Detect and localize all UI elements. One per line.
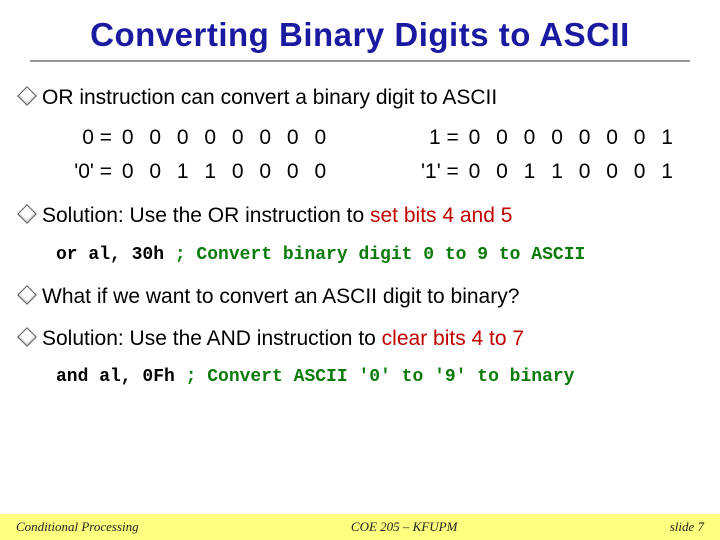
code-block-1: or al, 30h ; Convert binary digit 0 to 9… — [56, 245, 708, 265]
code2-comment: ; Convert ASCII '0' to '9' to binary — [186, 367, 575, 387]
footer-mid: COE 205 – KFUPM — [351, 519, 458, 535]
code1-comment: ; Convert binary digit 0 to 9 to ASCII — [175, 245, 585, 265]
code1-instr: or al, 30h — [56, 245, 175, 265]
bin-r1-right-bits: 0 0 0 0 0 0 0 1 — [469, 126, 678, 150]
code-block-2: and al, 0Fh ; Convert ASCII '0' to '9' t… — [56, 367, 708, 387]
bin-r2-left-bits: 0 0 1 1 0 0 0 0 — [122, 160, 331, 184]
slide: Converting Binary Digits to ASCII OR ins… — [0, 0, 720, 540]
bullet-2: Solution: Use the OR instruction to set … — [20, 202, 708, 230]
bullet-1-text: OR instruction can convert a binary digi… — [42, 86, 497, 109]
diamond-icon — [17, 285, 37, 305]
bullet-3: What if we want to convert an ASCII digi… — [20, 283, 708, 311]
bin-row-1: 0 = 0 0 0 0 0 0 0 0 1 = 0 0 0 0 0 0 0 1 — [56, 126, 708, 150]
footer-left: Conditional Processing — [16, 519, 139, 535]
bin-r1-left-bits: 0 0 0 0 0 0 0 0 — [122, 126, 331, 150]
slide-title: Converting Binary Digits to ASCII — [30, 0, 690, 62]
diamond-icon — [17, 204, 37, 224]
diamond-icon — [17, 327, 37, 347]
diamond-icon — [17, 86, 37, 106]
bin-r1-left-label: 0 = — [56, 126, 116, 150]
code2-instr: and al, 0Fh — [56, 367, 186, 387]
binary-table: 0 = 0 0 0 0 0 0 0 0 1 = 0 0 0 0 0 0 0 1 … — [56, 126, 708, 184]
bin-r1-right-label: 1 = — [403, 126, 463, 150]
footer: Conditional Processing COE 205 – KFUPM s… — [0, 514, 720, 540]
bullet-4-text: Solution: Use the AND instruction to — [42, 327, 382, 350]
bin-row-2: '0' = 0 0 1 1 0 0 0 0 '1' = 0 0 1 1 0 0 … — [56, 160, 708, 184]
bin-r2-right-bits: 0 0 1 1 0 0 0 1 — [469, 160, 678, 184]
bullet-3-text: What if we want to convert an ASCII digi… — [42, 285, 519, 308]
bullet-2-red: set bits 4 and 5 — [370, 204, 512, 227]
footer-right: slide 7 — [670, 519, 704, 535]
bullet-4: Solution: Use the AND instruction to cle… — [20, 325, 708, 353]
bin-r2-right-label: '1' = — [403, 160, 463, 184]
bullet-2-text: Solution: Use the OR instruction to — [42, 204, 370, 227]
bullet-4-red: clear bits 4 to 7 — [382, 327, 524, 350]
bin-r2-left-label: '0' = — [56, 160, 116, 184]
bullet-1: OR instruction can convert a binary digi… — [20, 84, 708, 112]
